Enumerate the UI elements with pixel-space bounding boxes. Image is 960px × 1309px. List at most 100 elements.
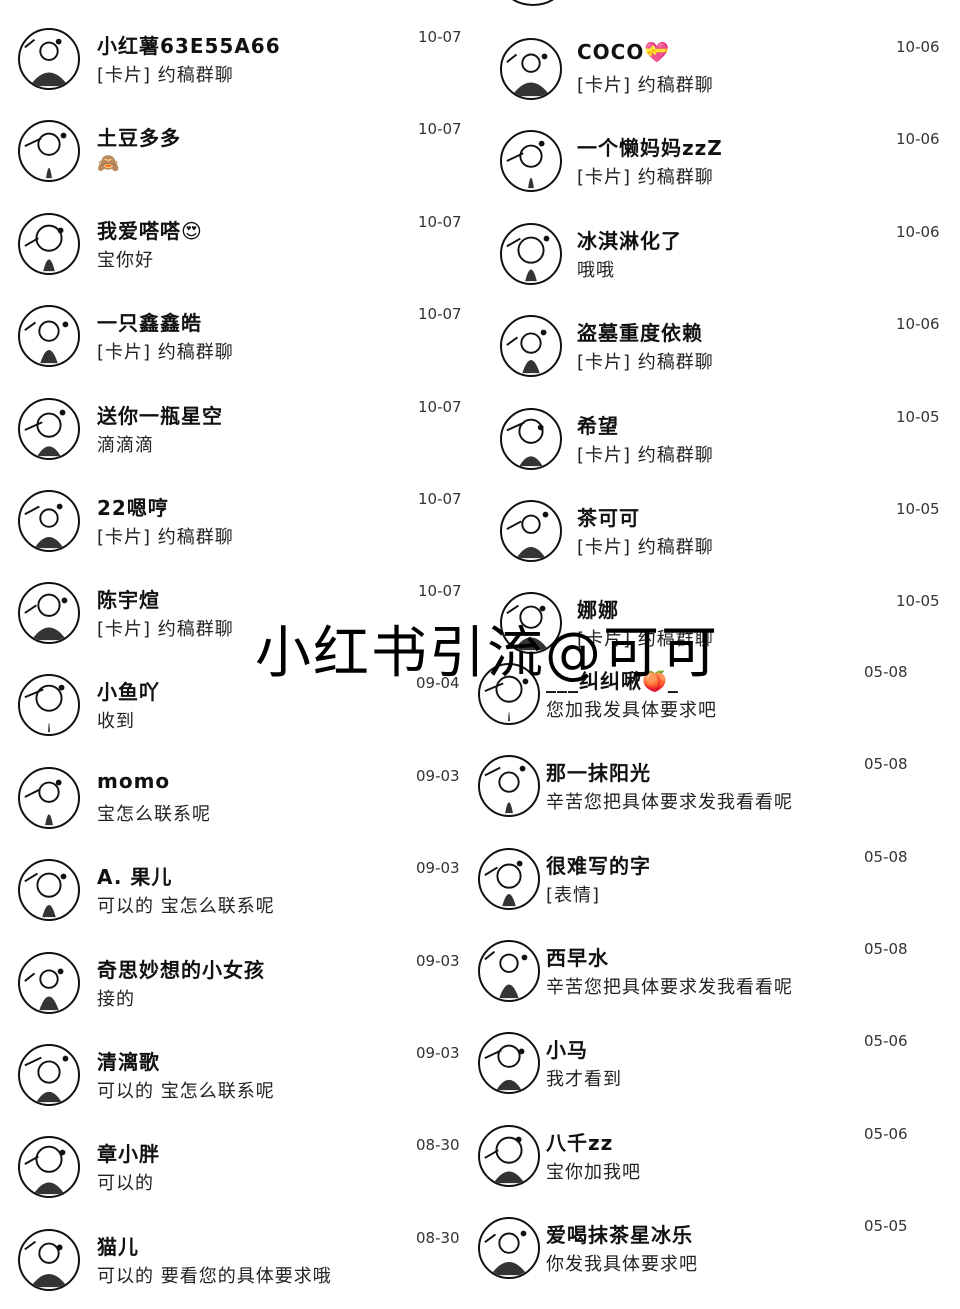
chat-item[interactable]: 希望 [卡片] 约稿群聊 10-05: [480, 407, 960, 488]
chat-name: 爱喝抹茶星冰乐: [546, 1223, 693, 1248]
door-avatar-icon[interactable]: [500, 315, 562, 378]
chat-last-message: [卡片] 约稿群聊: [97, 342, 234, 364]
chat-name: 八千zz: [546, 1130, 614, 1155]
chat-date: 10-06: [896, 130, 940, 149]
chat-item[interactable]: 西早水 辛苦您把具体要求发我看看呢 05-08: [478, 940, 960, 1020]
floral-avatar-icon[interactable]: [478, 1217, 540, 1280]
chat-date: 10-05: [896, 592, 940, 611]
mountain-landscape-avatar-icon[interactable]: [18, 28, 80, 90]
chat-last-message: 我才看到: [546, 1069, 622, 1091]
chat-item[interactable]: 冰淇淋化了 哦哦 10-06: [480, 222, 960, 303]
chat-date: 10-05: [896, 407, 940, 426]
flowers-avatar-icon[interactable]: [500, 222, 562, 285]
chat-date: 10-07: [418, 305, 462, 324]
woman-portrait-avatar-icon[interactable]: [18, 859, 80, 922]
chat-last-message: 收到: [97, 711, 135, 733]
chat-last-message: 辛苦您把具体要求发我看看呢: [546, 977, 793, 998]
chat-item[interactable]: 清漓歌 可以的 宝怎么联系呢 09-03: [0, 1043, 480, 1124]
cute-creature-avatar-icon[interactable]: [18, 766, 80, 829]
chat-last-message: 🙈: [97, 153, 121, 175]
chat-item[interactable]: 土豆多多 🙈 10-07: [0, 120, 480, 200]
chat-item[interactable]: 章小胖 可以的 08-30: [0, 1136, 480, 1216]
chat-item[interactable]: 八千zz 宝你加我吧 05-06: [478, 1124, 960, 1205]
watermark-text: 小红书引流@可可: [255, 621, 719, 686]
chat-date: 09-03: [416, 859, 460, 878]
smiley-avatar-icon[interactable]: [478, 1032, 540, 1095]
chat-item[interactable]: 奇思妙想的小女孩 接的 09-03: [0, 951, 480, 1032]
chat-date: 10-07: [418, 120, 462, 139]
chat-last-message: [卡片] 约稿群聊: [577, 352, 714, 374]
chat-name: 茶可可: [577, 506, 640, 530]
abstract-avatar-icon[interactable]: [18, 490, 80, 552]
chat-date: 10-07: [418, 490, 462, 508]
sketch-avatar-icon[interactable]: [18, 1136, 80, 1199]
chat-item[interactable]: 一只鑫鑫皓 [卡片] 约稿群聊 10-07: [0, 305, 480, 385]
chat-item[interactable]: momo 宝怎么联系呢 09-03: [0, 766, 480, 847]
chat-last-message: 可以的 要看您的具体要求哦: [97, 1265, 332, 1287]
shop-avatar-icon[interactable]: [500, 130, 562, 193]
anime-girl-avatar-icon[interactable]: [18, 674, 80, 737]
chat-last-message: 您加我发具体要求吧: [546, 699, 717, 721]
chat-item[interactable]: 送你一瓶星空 滴滴滴 10-07: [0, 397, 480, 478]
animal-avatar-icon[interactable]: [478, 1124, 540, 1187]
chat-item[interactable]: 爱喝抹茶星冰乐 你发我具体要求吧 05-05: [478, 1217, 960, 1297]
chat-last-message: [卡片] 约稿群聊: [577, 75, 714, 96]
chat-item[interactable]: 22嗯哼 [卡片] 约稿群聊 10-07: [0, 490, 480, 570]
chat-item[interactable]: 很难写的字 [表情] 05-08: [478, 847, 960, 928]
chat-date: 05-08: [864, 847, 908, 866]
chat-item[interactable]: 茶可可 [卡片] 约稿群聊 10-05: [480, 500, 960, 580]
chat-last-message: 可以的 宝怎么联系呢: [97, 896, 275, 918]
chat-last-message: 哦哦: [577, 259, 615, 281]
chat-last-message: 你发我具体要求吧: [546, 1254, 698, 1276]
chat-item[interactable]: 猫儿 可以的 要看您的具体要求哦 08-30: [0, 1228, 480, 1309]
cheese-avatar-icon[interactable]: [478, 940, 540, 1002]
chat-date: 09-03: [416, 951, 460, 970]
chat-date: 08-30: [416, 1136, 460, 1155]
chat-last-message: 辛苦您把具体要求发我看看呢: [546, 792, 793, 814]
pattern-avatar-icon[interactable]: [18, 582, 80, 645]
chat-item[interactable]: COCO💝 [卡片] 约稿群聊 10-06: [480, 38, 960, 118]
chat-name: 22嗯哼: [97, 496, 169, 520]
cartoon-scene-avatar-icon[interactable]: [18, 397, 80, 460]
chat-name: 陈宇煊: [97, 588, 160, 613]
chat-name: 送你一瓶星空: [97, 403, 223, 428]
chat-name: 清漓歌: [97, 1049, 160, 1074]
chat-date: 05-08: [864, 755, 908, 774]
chat-date: 05-06: [864, 1124, 908, 1143]
moon-avatar-icon[interactable]: [500, 407, 562, 470]
chat-date: 10-06: [896, 315, 940, 334]
chat-last-message: 可以的 宝怎么联系呢: [97, 1080, 275, 1102]
lady-avatar-icon[interactable]: [478, 847, 540, 910]
chat-name: 土豆多多: [97, 126, 181, 151]
ring-avatar-icon[interactable]: [18, 951, 80, 1014]
chat-item[interactable]: 一个懒妈妈zzZ [卡片] 约稿群聊 10-06: [480, 130, 960, 210]
chat-date: 10-07: [418, 397, 462, 416]
chat-item[interactable]: 那一抹阳光辛苦您把具体要求发我看看呢 05-08: [478, 755, 960, 835]
chat-last-message: [卡片] 约稿群聊: [577, 537, 714, 558]
person-portrait-avatar-icon[interactable]: [18, 305, 80, 368]
couple-avatar-icon[interactable]: [18, 120, 80, 183]
chat-date: 10-05: [896, 500, 940, 518]
chat-name: A. 果儿: [97, 865, 173, 890]
chat-item[interactable]: 我爱嗒嗒😍 宝你好 10-07: [0, 212, 480, 293]
chat-name: 小红薯63E55A66: [97, 34, 281, 58]
pizza-avatar-icon[interactable]: [478, 755, 540, 818]
chat-name: 猫儿: [97, 1234, 139, 1259]
chat-last-message: 宝你好: [97, 249, 154, 271]
donut-avatar-icon[interactable]: [500, 38, 562, 100]
chat-last-message: [卡片] 约稿群聊: [97, 65, 234, 86]
chat-item[interactable]: 盗墓重度依赖 [卡片] 约稿群聊 10-06: [480, 315, 960, 395]
chat-item[interactable]: 小红薯63E55A66 [卡片] 约稿群聊 10-07: [0, 28, 480, 108]
illustration-girl-avatar-icon[interactable]: [18, 1043, 80, 1106]
chat-name: 那一抹阳光: [546, 761, 651, 786]
chat-name: 我爱嗒嗒😍: [97, 218, 203, 243]
chat-date: 05-06: [864, 1032, 908, 1051]
cartoon-face-avatar-icon[interactable]: [18, 212, 80, 275]
chat-item[interactable]: 小马 我才看到 05-06: [478, 1032, 960, 1112]
girl-sketch-avatar-icon[interactable]: [500, 500, 562, 562]
cat-avatar-icon[interactable]: [18, 1228, 80, 1291]
chat-name: 章小胖: [97, 1142, 160, 1167]
chat-last-message: [卡片] 约稿群聊: [577, 167, 714, 189]
chat-name: 小鱼吖: [97, 680, 160, 705]
chat-item[interactable]: A. 果儿可以的 宝怎么联系呢 09-03: [0, 859, 480, 939]
